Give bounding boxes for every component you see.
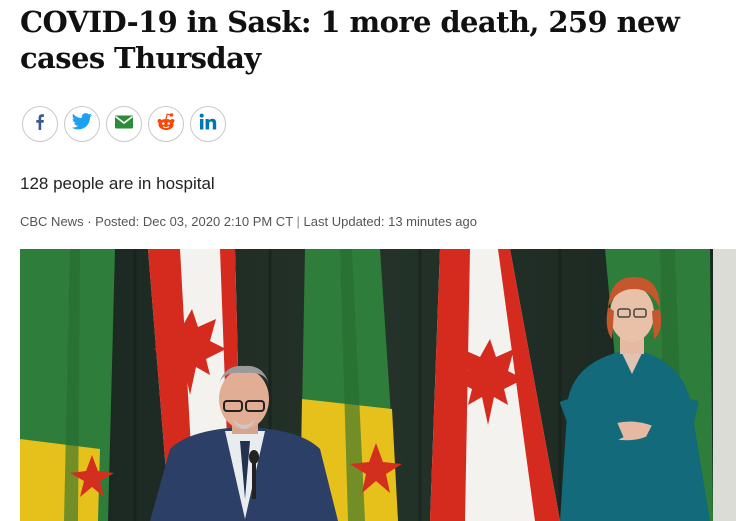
linkedin-icon (198, 112, 218, 137)
lead-photo (20, 249, 736, 521)
article-subheadline: 128 people are in hospital (20, 174, 215, 193)
byline-posted: · Posted: Dec 03, 2020 2:10 PM CT (87, 214, 293, 229)
share-linkedin-button[interactable] (190, 106, 226, 142)
twitter-icon (71, 112, 93, 137)
byline-updated: Last Updated: 13 minutes ago (303, 214, 477, 229)
share-bar (22, 106, 226, 142)
facebook-icon (30, 112, 50, 137)
share-twitter-button[interactable] (64, 106, 100, 142)
share-facebook-button[interactable] (22, 106, 58, 142)
byline-source: CBC News (20, 214, 84, 229)
article-byline: CBC News · Posted: Dec 03, 2020 2:10 PM … (20, 214, 477, 229)
press-conference-image (20, 249, 736, 521)
byline-separator: | (296, 214, 300, 229)
article-headline: COVID-19 in Sask: 1 more death, 259 new … (20, 5, 680, 75)
reddit-icon (155, 112, 177, 137)
share-email-button[interactable] (106, 106, 142, 142)
email-icon (114, 114, 134, 135)
share-reddit-button[interactable] (148, 106, 184, 142)
saskatchewan-flag-left (20, 249, 115, 521)
